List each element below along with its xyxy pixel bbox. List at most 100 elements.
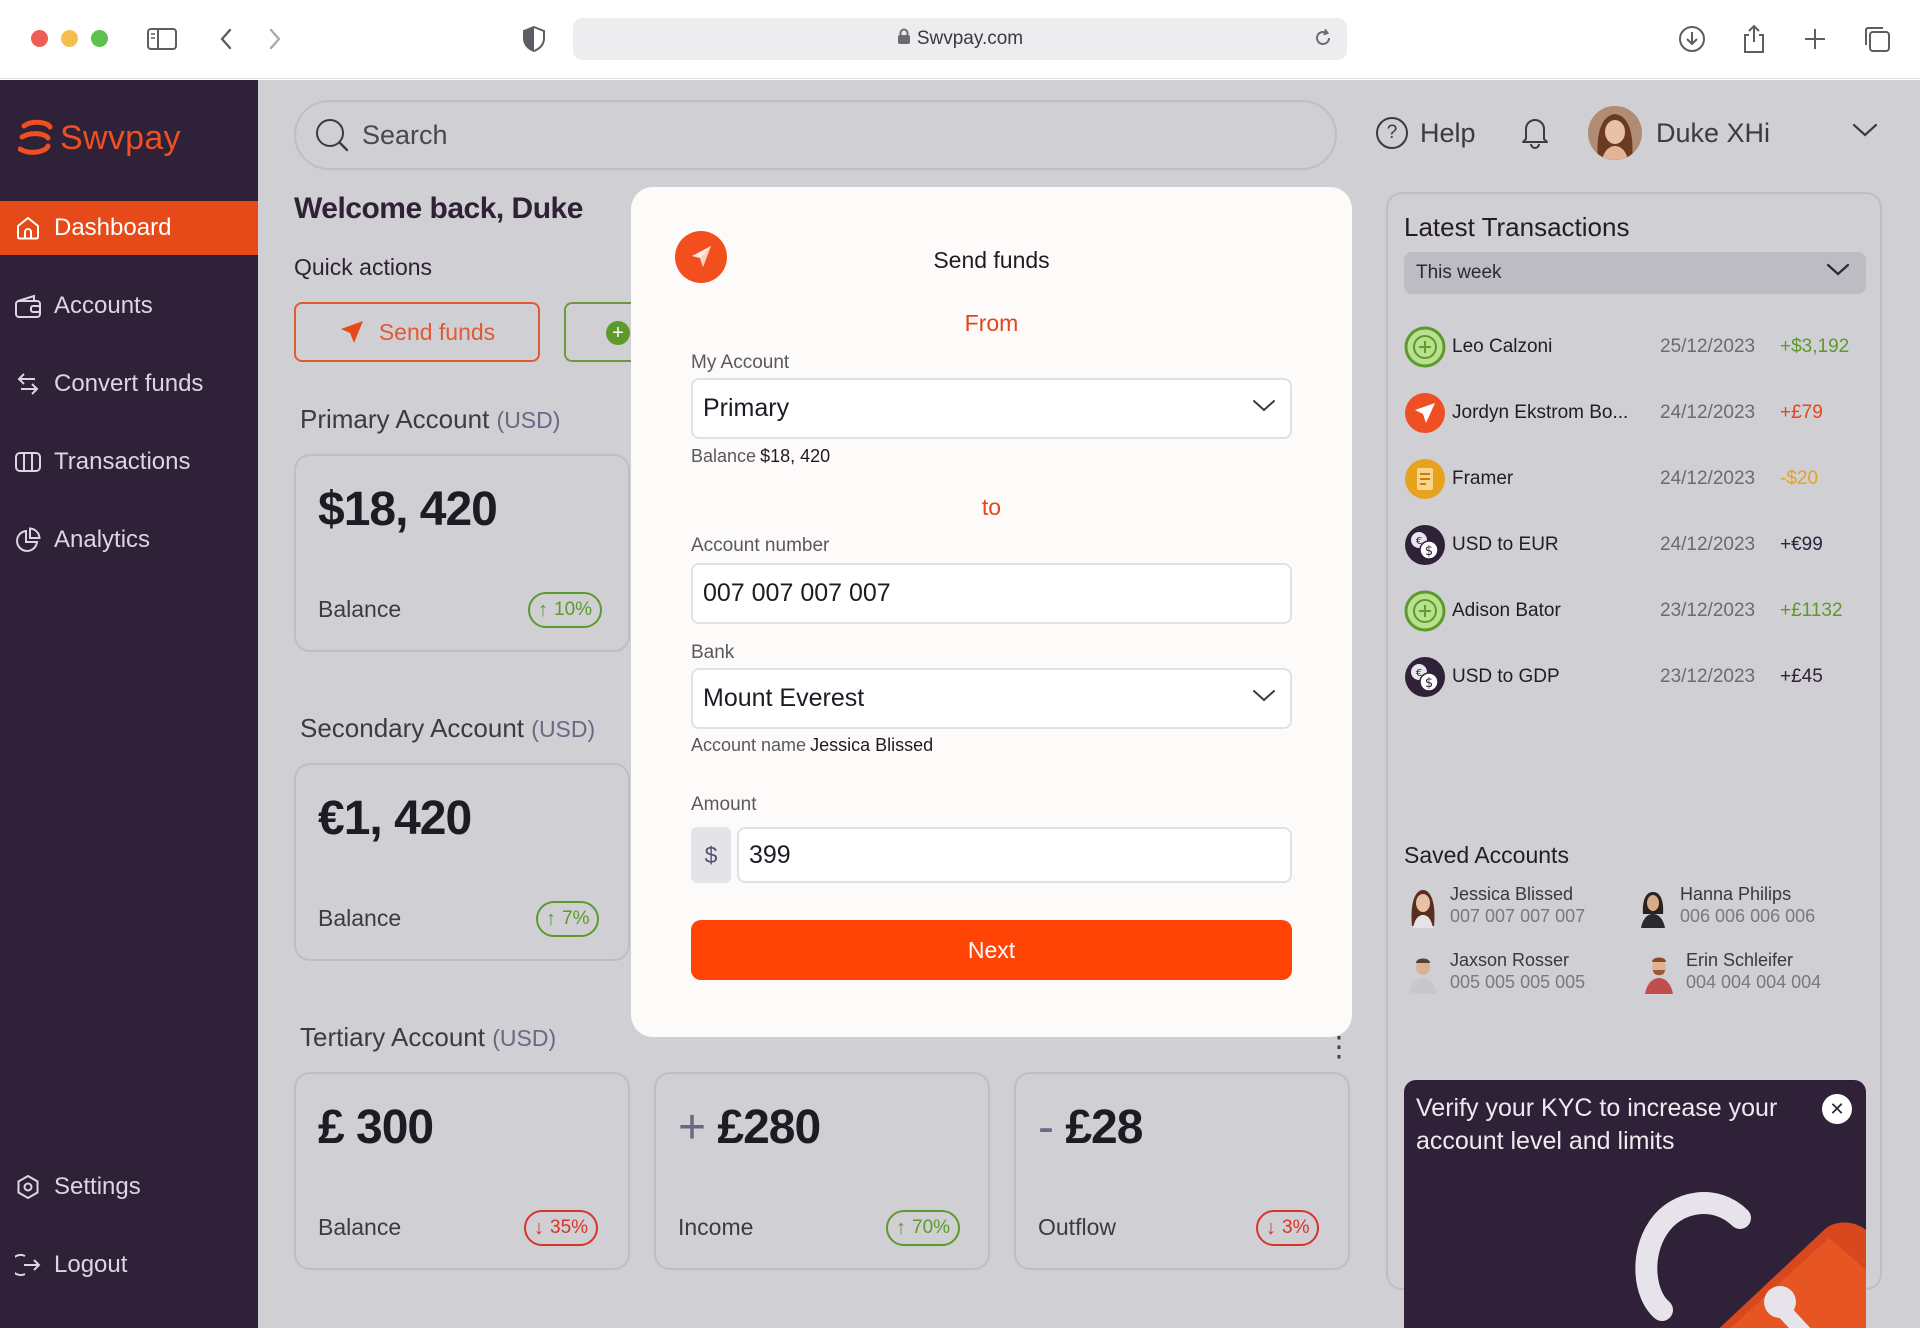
change-value: 3% bbox=[1282, 1217, 1310, 1238]
account-number-label: Account number bbox=[691, 535, 830, 556]
sidebar-item-logout[interactable]: Logout bbox=[0, 1238, 258, 1292]
pie-chart-icon bbox=[14, 526, 42, 554]
primary-account-title: Primary Account (USD) bbox=[300, 404, 560, 435]
chevron-down-icon[interactable] bbox=[1852, 122, 1878, 143]
plus-circle-icon: + bbox=[606, 321, 630, 345]
period-value: This week bbox=[1416, 262, 1502, 283]
transaction-date: 24/12/2023 bbox=[1660, 534, 1756, 555]
shield-icon[interactable] bbox=[515, 20, 553, 58]
sidebar-item-label: Accounts bbox=[54, 292, 153, 319]
tertiary-account-name: Tertiary Account bbox=[300, 1022, 485, 1052]
user-name[interactable]: Duke XHi bbox=[1656, 118, 1770, 149]
amount-field[interactable]: 399 bbox=[737, 827, 1292, 883]
balance-info: Balance $18, 420 bbox=[691, 446, 830, 467]
transaction-row[interactable]: Jordyn Ekstrom Bo... 24/12/2023 +£79 bbox=[1404, 392, 1874, 436]
chevron-down-icon bbox=[1253, 690, 1275, 702]
saved-account-number: 005 005 005 005 bbox=[1450, 972, 1586, 992]
sidebar-item-label: Convert funds bbox=[54, 370, 204, 397]
secondary-account-currency: (USD) bbox=[531, 716, 596, 742]
period-dropdown[interactable]: This week bbox=[1404, 252, 1866, 294]
amount-label: Amount bbox=[691, 794, 757, 815]
my-account-value: Primary bbox=[703, 394, 790, 422]
outflow-card[interactable]: - £28 Outflow ↓ 3% bbox=[1014, 1072, 1350, 1270]
transaction-amount: +€99 bbox=[1780, 534, 1823, 555]
svg-text:$: $ bbox=[1425, 676, 1433, 691]
next-button[interactable]: Next bbox=[691, 920, 1292, 980]
account-number-field[interactable]: 007 007 007 007 bbox=[691, 563, 1292, 624]
saved-account-name: Erin Schleifer bbox=[1686, 950, 1794, 970]
send-icon bbox=[1404, 392, 1446, 434]
transaction-date: 24/12/2023 bbox=[1660, 468, 1756, 489]
exchange-icon: € $ bbox=[1404, 656, 1446, 698]
sidebar-item-analytics[interactable]: Analytics bbox=[0, 513, 258, 567]
new-tab-icon[interactable] bbox=[1796, 20, 1834, 58]
avatar bbox=[1409, 958, 1437, 994]
sidebar-item-accounts[interactable]: Accounts bbox=[0, 279, 258, 333]
income-label: Income bbox=[678, 1214, 754, 1240]
user-avatar[interactable] bbox=[1588, 106, 1642, 160]
sidebar-item-label: Analytics bbox=[54, 526, 151, 553]
lock-icon bbox=[897, 28, 911, 51]
download-icon[interactable] bbox=[1673, 20, 1711, 58]
tabs-overview-icon[interactable] bbox=[1858, 20, 1896, 58]
bank-select[interactable]: Mount Everest bbox=[691, 668, 1292, 729]
send-funds-button[interactable]: Send funds bbox=[294, 302, 540, 362]
change-badge: ↑ 10% bbox=[528, 592, 603, 628]
welcome-heading: Welcome back, Duke bbox=[294, 192, 583, 225]
kyc-banner[interactable]: Verify your KYC to increase your account… bbox=[1404, 1080, 1866, 1328]
transaction-name: Leo Calzoni bbox=[1452, 336, 1553, 357]
forward-icon[interactable] bbox=[256, 20, 294, 58]
share-icon[interactable] bbox=[1735, 20, 1773, 58]
my-account-label: My Account bbox=[691, 352, 790, 373]
browser-toolbar: Swvpay.com bbox=[0, 0, 1920, 79]
quick-actions-label: Quick actions bbox=[294, 254, 433, 280]
sidebar-item-settings[interactable]: Settings bbox=[0, 1160, 258, 1214]
transaction-row[interactable]: Adison Bator 23/12/2023 +£1132 bbox=[1404, 590, 1874, 634]
reload-icon[interactable] bbox=[1313, 28, 1333, 54]
sidebar-item-dashboard[interactable]: Dashboard bbox=[0, 201, 258, 255]
transaction-row[interactable]: € $ USD to GDP 23/12/2023 +£45 bbox=[1404, 656, 1874, 700]
saved-account-item[interactable]: Erin Schleifer 004 004 004 004 bbox=[1640, 950, 1870, 998]
logo[interactable]: Swvpay bbox=[18, 118, 181, 158]
sidebar-item-transactions[interactable]: Transactions bbox=[0, 435, 258, 489]
sidebar-item-label: Logout bbox=[54, 1251, 128, 1278]
account-name-value: Jessica Blissed bbox=[810, 735, 934, 755]
chevron-down-icon bbox=[1253, 400, 1275, 412]
transaction-row[interactable]: Framer 24/12/2023 -$20 bbox=[1404, 458, 1874, 502]
home-icon bbox=[14, 214, 42, 242]
tertiary-balance-card[interactable]: £ 300 Balance ↓ 35% bbox=[294, 1072, 630, 1270]
minimize-window-button[interactable] bbox=[61, 30, 78, 47]
saved-account-item[interactable]: Jaxson Rosser 005 005 005 005 bbox=[1404, 950, 1634, 998]
income-card[interactable]: + £280 Income ↑ 70% bbox=[654, 1072, 990, 1270]
transaction-date: 23/12/2023 bbox=[1660, 666, 1756, 687]
maximize-window-button[interactable] bbox=[91, 30, 108, 47]
back-icon[interactable] bbox=[207, 20, 245, 58]
svg-text:$: $ bbox=[1425, 544, 1433, 559]
secondary-balance-card[interactable]: €1, 420 Balance ↑ 7% bbox=[294, 763, 630, 961]
transaction-amount: -$20 bbox=[1780, 468, 1819, 489]
notification-bell-icon[interactable] bbox=[1520, 115, 1550, 154]
primary-balance-card[interactable]: $18, 420 Balance ↑ 10% bbox=[294, 454, 630, 652]
currency-prefix: $ bbox=[691, 827, 731, 883]
arrow-down-icon: ↓ bbox=[1266, 1216, 1276, 1239]
help-button[interactable]: ? Help bbox=[1376, 117, 1476, 149]
saved-account-item[interactable]: Jessica Blissed 007 007 007 007 bbox=[1404, 884, 1634, 932]
convert-icon bbox=[14, 370, 42, 398]
tertiary-account-currency: (USD) bbox=[492, 1025, 557, 1051]
transaction-name: Framer bbox=[1452, 468, 1514, 489]
sidebar-item-convert-funds[interactable]: Convert funds bbox=[0, 357, 258, 411]
close-window-button[interactable] bbox=[31, 30, 48, 47]
balance-label: Balance bbox=[318, 905, 402, 931]
send-icon bbox=[340, 321, 363, 343]
search-input[interactable]: Search bbox=[294, 100, 1337, 170]
saved-account-item[interactable]: Hanna Philips 006 006 006 006 bbox=[1634, 884, 1864, 932]
sidebar-toggle-icon[interactable] bbox=[143, 20, 181, 58]
wallet-icon bbox=[14, 292, 42, 320]
transaction-row[interactable]: € $ USD to EUR 24/12/2023 +€99 bbox=[1404, 524, 1874, 568]
transaction-row[interactable]: Leo Calzoni 25/12/2023 +$3,192 bbox=[1404, 326, 1874, 370]
swvpay-logo-icon bbox=[18, 119, 53, 155]
to-heading: to bbox=[981, 494, 1002, 520]
my-account-select[interactable]: Primary bbox=[691, 378, 1292, 439]
address-bar[interactable]: Swvpay.com bbox=[573, 18, 1347, 60]
change-value: 10% bbox=[554, 599, 593, 620]
